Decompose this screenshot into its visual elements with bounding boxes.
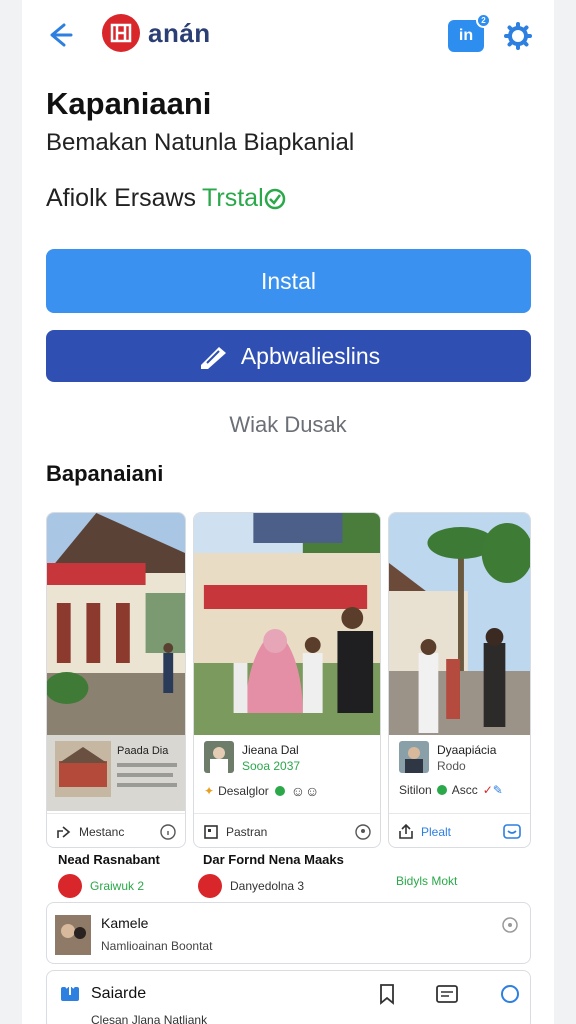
card-footer-label[interactable]: Pastran — [226, 825, 267, 839]
user-status-label: Graiwuk 2 — [90, 879, 145, 893]
brand-logo-icon — [102, 14, 140, 52]
upload-icon[interactable] — [59, 981, 81, 1003]
star-icon: ✦ — [204, 784, 215, 798]
card-footer: Mestanc — [47, 813, 185, 847]
notifications-label: in — [458, 27, 474, 44]
card-footer-label[interactable]: Plealt — [421, 825, 451, 839]
card-footer-label[interactable]: Mestanc — [79, 825, 124, 839]
card-name: Dyaapiácia — [437, 743, 497, 757]
card-preview-panel: Paada Dia — [47, 735, 185, 811]
card-name: Paada Dia — [117, 745, 169, 757]
thumbnail-photo — [55, 741, 111, 797]
card-subtitle: Sooa 2037 — [242, 759, 301, 773]
brand-name: anán — [148, 17, 211, 48]
check-icon: ✓ — [482, 783, 493, 797]
avatar — [198, 874, 222, 898]
card-subtitle: Rodo — [437, 759, 466, 773]
status-dot — [274, 786, 285, 796]
gear-icon[interactable] — [504, 22, 532, 50]
meta-text: Afiolk Ersaws — [46, 184, 197, 212]
user-status: Danyedolna 3 — [198, 874, 304, 898]
card-footer: Plealt — [389, 813, 530, 847]
meta-status: Trstal — [202, 184, 286, 213]
brand: anán — [102, 14, 211, 52]
info-circle-icon[interactable] — [159, 823, 177, 841]
gallery-card[interactable]: Jieana Dal Sooa 2037 ✦ Desalglor ☺☺ Past… — [193, 512, 381, 848]
card-stats-label-2: Ascc — [451, 783, 478, 797]
card-stats: Sitilon Ascc ✓ ✎ — [399, 783, 503, 797]
secondary-action-button[interactable]: Apbwalieslins — [46, 330, 531, 382]
card-footer: Pastran — [194, 813, 380, 847]
comment-card[interactable]: Kamele Namlioainan Boontat — [46, 902, 531, 964]
notifications-button[interactable]: in 2 — [448, 13, 491, 52]
avatar — [204, 741, 234, 773]
top-bar: anán in 2 — [22, 0, 554, 72]
app-screen: anán in 2 Kapaniaani Bemakan Natunla Bia… — [22, 0, 554, 1024]
gallery-icon[interactable] — [435, 983, 459, 1005]
status-dot — [436, 785, 447, 795]
install-button[interactable]: Instal — [46, 249, 531, 313]
check-badge-icon — [264, 188, 285, 209]
avatar — [55, 915, 91, 955]
bookmark-icon[interactable] — [377, 983, 397, 1005]
meta-status-label: Trstal — [202, 184, 264, 212]
user-status: Bidyls Mokt — [396, 874, 457, 888]
card-name: Jieana Dal — [242, 743, 299, 757]
share-icon[interactable] — [397, 823, 415, 841]
profile-circle-icon[interactable] — [499, 983, 521, 1005]
user-status: Graiwuk 2 — [58, 874, 144, 898]
gallery-card[interactable]: Dyaapiácia Rodo Sitilon Ascc ✓ ✎ Plealt — [388, 512, 531, 848]
user-name[interactable]: Dar Fornd Nena Maaks — [203, 852, 344, 867]
app-meta: Afiolk Ersaws Trstal — [46, 184, 286, 213]
user-list: Nead Rasnabant Graiwuk 2 Dar Fornd Nena … — [46, 852, 531, 900]
comment-author: Kamele — [101, 915, 149, 931]
back-arrow-icon[interactable] — [44, 20, 74, 50]
page-subtitle: Bemakan Natunla Biapkanial — [46, 129, 355, 156]
nav-sub: Clesan Jlana Natliank — [91, 1013, 208, 1024]
nav-label[interactable]: Saiarde — [91, 985, 146, 1003]
share-icon[interactable] — [55, 823, 73, 841]
comment-text: Namlioainan Boontat — [101, 939, 213, 953]
edit-icon: ✎ — [492, 783, 503, 797]
bottom-nav: Saiarde Clesan Jlana Natliank — [46, 970, 531, 1024]
user-status-label: Bidyls Mokt — [396, 874, 458, 888]
card-stats-label: Desalglor — [218, 784, 269, 798]
section-title: Bapanaiani — [46, 461, 164, 486]
secondary-link[interactable]: Wiak Dusak — [22, 412, 554, 438]
avatar — [399, 741, 429, 773]
gallery-card[interactable]: Paada Dia Mestanc — [46, 512, 186, 848]
location-pin-icon[interactable] — [354, 823, 372, 841]
user-name[interactable]: Nead Rasnabant — [58, 852, 160, 867]
emoji-icon: ☺☺ — [290, 783, 320, 799]
card-stats: ✦ Desalglor ☺☺ — [204, 783, 319, 799]
notification-count-badge: 2 — [476, 13, 491, 28]
pencil-icon — [200, 347, 226, 369]
village-street-photo — [389, 513, 530, 735]
secondary-action-label: Apbwalieslins — [240, 342, 381, 369]
school-building-photo — [47, 513, 185, 735]
chat-icon[interactable] — [502, 823, 522, 841]
more-icon[interactable] — [500, 915, 520, 935]
avatar — [58, 874, 82, 898]
bookmark-icon[interactable] — [202, 823, 220, 841]
user-status-label: Danyedolna 3 — [230, 879, 305, 893]
people-gathering-photo — [194, 513, 380, 735]
card-stats-label: Sitilon — [399, 783, 432, 797]
page-title: Kapaniaani — [46, 86, 212, 121]
